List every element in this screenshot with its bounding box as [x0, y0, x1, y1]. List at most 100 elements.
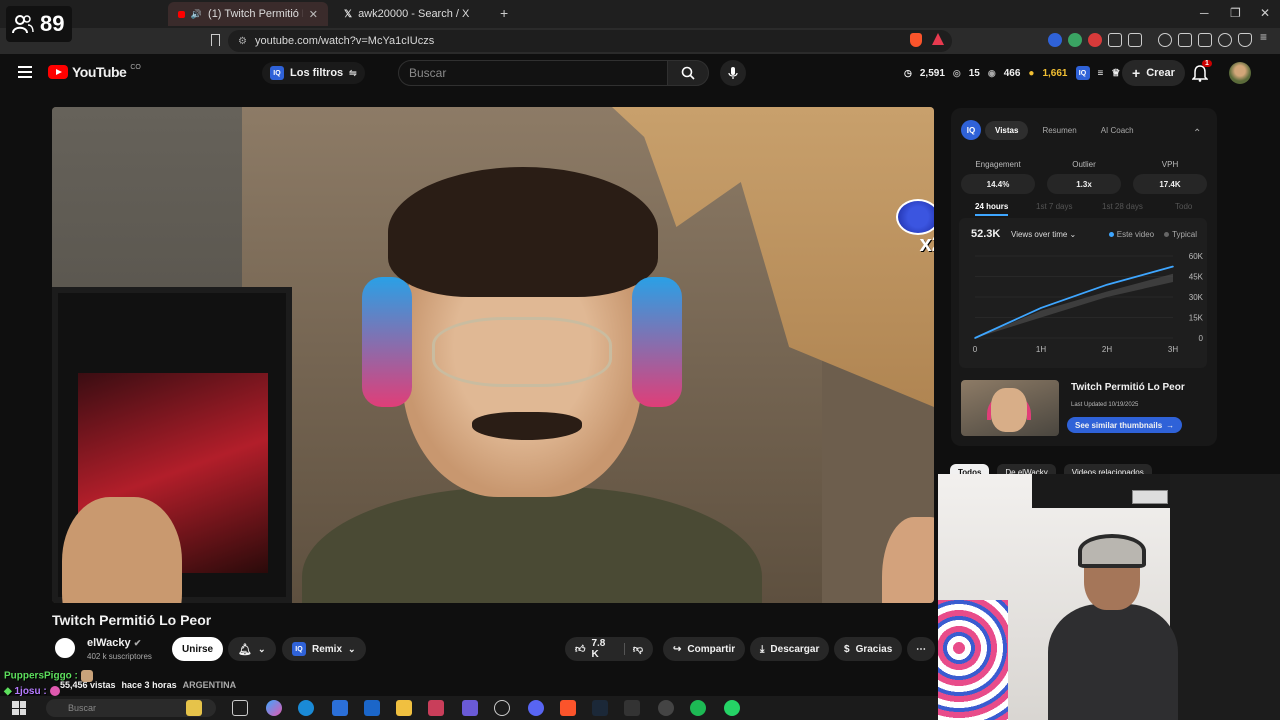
brave-icon[interactable] [560, 700, 576, 716]
channel-avatar[interactable] [53, 636, 77, 660]
tab-vistas[interactable]: Vistas [985, 120, 1029, 140]
iq-logo-icon: IQ [270, 66, 284, 80]
like-button[interactable]: 👍︎ 7.8 K 👎︎ [565, 637, 653, 661]
range-all[interactable]: Todo [1175, 202, 1192, 211]
extension-iq-icon[interactable] [1048, 33, 1062, 47]
tab-resumen[interactable]: Resumen [1032, 121, 1086, 140]
multiplier-label: x2 [919, 231, 934, 256]
copilot-icon[interactable] [266, 700, 282, 716]
terminal-icon[interactable] [624, 700, 640, 716]
webcam-photo-strip [1132, 490, 1168, 504]
whatsapp-icon[interactable] [724, 700, 740, 716]
download-button[interactable]: ⤓ Descargar [750, 637, 830, 661]
views-chart: 0 15K 30K 45K 60K 0 1H 2H 3H [973, 252, 1204, 354]
youtube-logo[interactable]: YouTube CO [48, 64, 141, 80]
video-player[interactable]: x2 [52, 107, 934, 603]
store-icon[interactable] [332, 700, 348, 716]
file-explorer-icon[interactable] [396, 700, 412, 716]
new-tab-button[interactable]: + [500, 5, 508, 21]
analytics-panel: IQ Vistas Resumen AI Coach ⌃ Engagement … [951, 108, 1217, 446]
range-28d[interactable]: 1st 28 days [1102, 202, 1143, 211]
similar-thumbnails-button[interactable]: See similar thumbnails → [1067, 417, 1183, 433]
microphone-icon [728, 67, 738, 79]
trophy-icon[interactable]: ♕ [1111, 68, 1120, 79]
share-label: Compartir [687, 643, 736, 655]
join-button[interactable]: Unirse [172, 637, 224, 661]
voice-search-button[interactable] [720, 60, 746, 86]
close-tab-icon[interactable]: ✕ [309, 8, 318, 21]
stat-b: 15 [968, 67, 980, 79]
webcam-door [1170, 474, 1280, 720]
tab-ai-coach[interactable]: AI Coach [1091, 121, 1144, 140]
channel-name[interactable]: elWacky ✔ [87, 637, 141, 649]
app-round-icon[interactable] [658, 700, 674, 716]
chat-emote-icon [80, 670, 93, 682]
download-label: Descargar [770, 643, 820, 655]
metric-label: Outlier [1072, 160, 1096, 169]
wallet-icon[interactable] [1198, 33, 1212, 47]
plus-icon: + [1132, 65, 1141, 81]
list-icon[interactable]: ≡ [1098, 68, 1104, 79]
spotify-icon[interactable] [690, 700, 706, 716]
search-input[interactable] [398, 60, 668, 86]
steam-icon[interactable] [592, 700, 608, 716]
thanks-button[interactable]: $ Gracias [834, 637, 903, 661]
range-24h[interactable]: 24 hours [975, 202, 1009, 216]
subscription-bell-button[interactable]: 🔔︎ ⌄ [228, 637, 276, 661]
extensions-puzzle-icon[interactable] [1108, 33, 1122, 47]
close-window-icon[interactable]: ✕ [1260, 6, 1270, 20]
tab-youtube[interactable]: 🔊 (1) Twitch Permitió Lo Peor - ✕ [168, 2, 328, 26]
discord-icon[interactable] [528, 700, 544, 716]
restore-icon[interactable]: ❐ [1230, 6, 1241, 20]
windows-start-icon[interactable] [12, 701, 26, 715]
site-settings-icon[interactable]: ⚙ [238, 36, 247, 47]
video-thumbnail[interactable] [961, 380, 1059, 436]
extension-box-icon[interactable] [1128, 33, 1142, 47]
youtube-play-icon [48, 65, 68, 79]
leo-ai-icon[interactable] [1218, 33, 1232, 47]
app-icon[interactable] [428, 700, 444, 716]
webcam-overlay [938, 474, 1280, 720]
remix-button[interactable]: IQ Remix ⌄ [282, 637, 366, 661]
share-button[interactable]: ↪ Compartir [663, 637, 746, 661]
viewer-count: 89 [40, 11, 65, 36]
vpn-shield-icon[interactable] [1238, 33, 1252, 47]
eye-icon: ◉ [987, 67, 996, 78]
dislike-icon[interactable]: 👎︎ [623, 643, 643, 655]
task-view-icon[interactable] [232, 700, 248, 716]
create-button[interactable]: + Crear [1122, 60, 1185, 86]
video-title: Twitch Permitió Lo Peor [52, 612, 212, 628]
copilot-sparkle-icon[interactable] [186, 700, 202, 716]
x-logo-icon: 𝕏 [344, 8, 353, 20]
obs-icon[interactable] [494, 700, 510, 716]
outlook-icon[interactable] [364, 700, 380, 716]
edge-icon[interactable] [298, 700, 314, 716]
teams-icon[interactable] [462, 700, 478, 716]
account-avatar[interactable] [1229, 62, 1251, 84]
search-button[interactable] [667, 60, 709, 86]
collapse-chevron-icon[interactable]: ⌃ [1193, 128, 1201, 139]
bookmark-icon[interactable] [211, 34, 220, 46]
browser-menu-icon[interactable]: ≡ [1260, 30, 1267, 44]
more-actions-button[interactable]: ⋯ [907, 637, 935, 661]
brave-shield-icon[interactable] [910, 33, 922, 47]
webcam-bed [938, 600, 1008, 720]
hamburger-menu-icon[interactable] [18, 66, 32, 81]
channel-name-text: elWacky [87, 637, 131, 649]
minimize-icon[interactable]: ─ [1200, 6, 1209, 20]
notification-count: 1 [1202, 60, 1212, 67]
chat-message: PuppersPiggo : [4, 670, 93, 682]
x-tick-label: 0 [973, 345, 978, 354]
sidebar-icon[interactable] [1178, 33, 1192, 47]
extension-green-icon[interactable] [1068, 33, 1082, 47]
iq-ext-icon[interactable]: IQ [1075, 66, 1090, 80]
filters-button[interactable]: IQ Los filtros ⇋ [262, 62, 365, 84]
media-icon[interactable] [1158, 33, 1172, 47]
country-code: CO [130, 63, 141, 71]
brave-rewards-icon[interactable] [932, 33, 944, 45]
extension-red-icon[interactable] [1088, 33, 1102, 47]
range-7d[interactable]: 1st 7 days [1036, 202, 1072, 211]
url-field[interactable]: ⚙ youtube.com/watch?v=McYa1cIUczs [228, 30, 952, 52]
tab-x[interactable]: 𝕏 awk20000 - Search / X [334, 2, 494, 26]
video-frame-person [62, 167, 934, 603]
